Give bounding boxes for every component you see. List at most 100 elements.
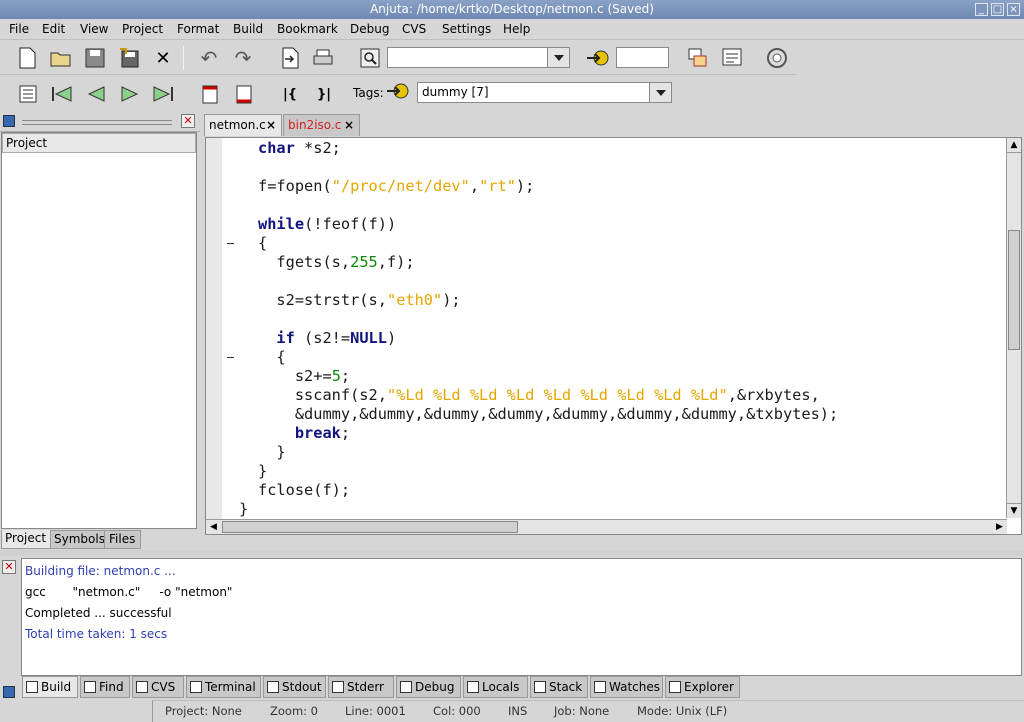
maximize-button[interactable]: □	[991, 3, 1004, 16]
code-line[interactable]: sscanf(s2,"%Ld %Ld %Ld %Ld %Ld %Ld %Ld %…	[258, 386, 820, 405]
minimize-button[interactable]: _	[975, 3, 988, 16]
code-line[interactable]: }	[239, 500, 248, 519]
scroll-right-icon[interactable]: ▶	[992, 520, 1007, 534]
menu-bookmark[interactable]: Bookmark	[277, 22, 338, 36]
next-mesg-button[interactable]	[231, 81, 257, 107]
tab-find[interactable]: Find	[80, 676, 130, 698]
code-line[interactable]: }	[258, 443, 285, 462]
chevron-down-icon[interactable]	[649, 83, 671, 102]
goto-button[interactable]	[585, 45, 611, 71]
tab-explorer[interactable]: Explorer	[665, 676, 740, 698]
menu-settings[interactable]: Settings	[442, 22, 491, 36]
tab-symbols[interactable]: Symbols	[50, 530, 105, 549]
panel-dock-icon[interactable]	[3, 115, 15, 127]
menu-cvs[interactable]: CVS	[402, 22, 426, 36]
output-line[interactable]: Total time taken: 1 secs	[25, 626, 1018, 647]
code-line[interactable]: s2+=5;	[258, 367, 350, 386]
help-button[interactable]	[764, 45, 790, 71]
code-line[interactable]: if (s2!=NULL)	[258, 329, 396, 348]
tab-stack[interactable]: Stack	[530, 676, 588, 698]
menu-edit[interactable]: Edit	[42, 22, 65, 36]
messages-close-icon[interactable]: ✕	[2, 560, 16, 574]
code-line[interactable]: f=fopen("/proc/net/dev","rt");	[258, 177, 534, 196]
output-line[interactable]: gcc "netmon.c" -o "netmon"	[25, 584, 1018, 605]
block-start-button[interactable]: |{	[277, 81, 303, 107]
first-bookmark-button[interactable]	[49, 81, 75, 107]
chevron-down-icon[interactable]	[547, 48, 569, 67]
messages-button[interactable]	[719, 45, 745, 71]
project-column-header[interactable]: Project	[2, 133, 196, 153]
messages-dock-icon[interactable]	[3, 686, 15, 698]
code-line[interactable]: s2=strstr(s,"eth0");	[258, 291, 460, 310]
prev-bookmark-button[interactable]	[83, 81, 109, 107]
goto-line-input[interactable]	[616, 47, 669, 68]
tab-build[interactable]: Build	[22, 676, 78, 698]
find-button[interactable]	[357, 45, 383, 71]
menu-build[interactable]: Build	[233, 22, 263, 36]
code-line[interactable]: {	[258, 348, 285, 367]
open-file-button[interactable]	[48, 45, 74, 71]
undo-button[interactable]: ↶	[196, 45, 222, 71]
close-tab-icon[interactable]: ×	[266, 115, 276, 135]
close-file-button[interactable]: ✕	[150, 45, 176, 71]
tab-watches[interactable]: Watches	[590, 676, 663, 698]
menu-file[interactable]: File	[9, 22, 29, 36]
import-button[interactable]	[277, 45, 303, 71]
menu-debug[interactable]: Debug	[350, 22, 389, 36]
menu-format[interactable]: Format	[177, 22, 219, 36]
fold-marker-icon[interactable]	[227, 243, 234, 244]
code-line[interactable]: fclose(f);	[258, 481, 350, 500]
panel-close-icon[interactable]: ✕	[181, 114, 195, 128]
tab-files[interactable]: Files	[104, 530, 141, 549]
tab-locals[interactable]: Locals	[463, 676, 528, 698]
tab-project[interactable]: Project	[1, 530, 51, 549]
tab-stderr[interactable]: Stderr	[328, 676, 394, 698]
last-bookmark-button[interactable]	[150, 81, 176, 107]
toggle-bookmark-button[interactable]	[15, 81, 41, 107]
build-output[interactable]: Building file: netmon.c ... gcc "netmon.c…	[21, 558, 1022, 676]
close-tab-icon[interactable]: ×	[344, 115, 354, 135]
tags-combo[interactable]: dummy [7]	[417, 82, 672, 103]
code-line[interactable]: {	[258, 234, 267, 253]
scroll-down-icon[interactable]: ▼	[1007, 503, 1021, 518]
output-line[interactable]: Building file: netmon.c ...	[25, 563, 1018, 584]
next-bookmark-button[interactable]	[117, 81, 143, 107]
code-line[interactable]: while(!feof(f))	[258, 215, 396, 234]
menu-help[interactable]: Help	[503, 22, 530, 36]
code-line[interactable]: char *s2;	[258, 139, 341, 158]
tab-debug[interactable]: Debug	[396, 676, 461, 698]
output-line[interactable]: Completed ... successful	[25, 605, 1018, 626]
code-line[interactable]: fgets(s,255,f);	[258, 253, 414, 272]
save-button[interactable]	[82, 45, 108, 71]
save-all-button[interactable]	[116, 45, 142, 71]
code-area[interactable]: char *s2; f=fopen("/proc/net/dev","rt"); w…	[239, 139, 1007, 519]
fold-margin[interactable]	[222, 138, 238, 534]
menu-view[interactable]: View	[80, 22, 108, 36]
redo-button[interactable]: ↷	[230, 45, 256, 71]
tags-goto-icon[interactable]	[386, 82, 410, 103]
editor-vscrollbar[interactable]: ▲ ▼	[1006, 138, 1021, 518]
project-tree[interactable]: Project	[1, 132, 197, 529]
tab-cvs[interactable]: CVS	[132, 676, 184, 698]
close-window-button[interactable]: ×	[1007, 3, 1020, 16]
code-line[interactable]: break;	[258, 424, 350, 443]
menu-project[interactable]: Project	[122, 22, 163, 36]
code-editor[interactable]: char *s2; f=fopen("/proc/net/dev","rt"); w…	[205, 137, 1022, 535]
tab-bin2iso[interactable]: bin2iso.c ×	[283, 114, 360, 136]
hscroll-thumb[interactable]	[222, 521, 518, 533]
new-file-button[interactable]	[14, 45, 40, 71]
code-line[interactable]: }	[258, 462, 267, 481]
search-combo[interactable]	[387, 47, 570, 68]
tab-netmon[interactable]: netmon.c ×	[204, 114, 282, 136]
pane-splitter[interactable]	[0, 550, 1024, 556]
windows-button[interactable]	[685, 45, 711, 71]
scroll-left-icon[interactable]: ◀	[206, 520, 221, 534]
tab-terminal[interactable]: Terminal	[186, 676, 261, 698]
tab-stdout[interactable]: Stdout	[263, 676, 326, 698]
editor-hscrollbar[interactable]: ◀ ▶	[206, 519, 1007, 534]
fold-marker-icon[interactable]	[227, 357, 234, 358]
print-button[interactable]	[310, 45, 336, 71]
prev-mesg-button[interactable]	[197, 81, 223, 107]
block-end-button[interactable]: }|	[311, 81, 337, 107]
scroll-thumb[interactable]	[1008, 230, 1020, 350]
